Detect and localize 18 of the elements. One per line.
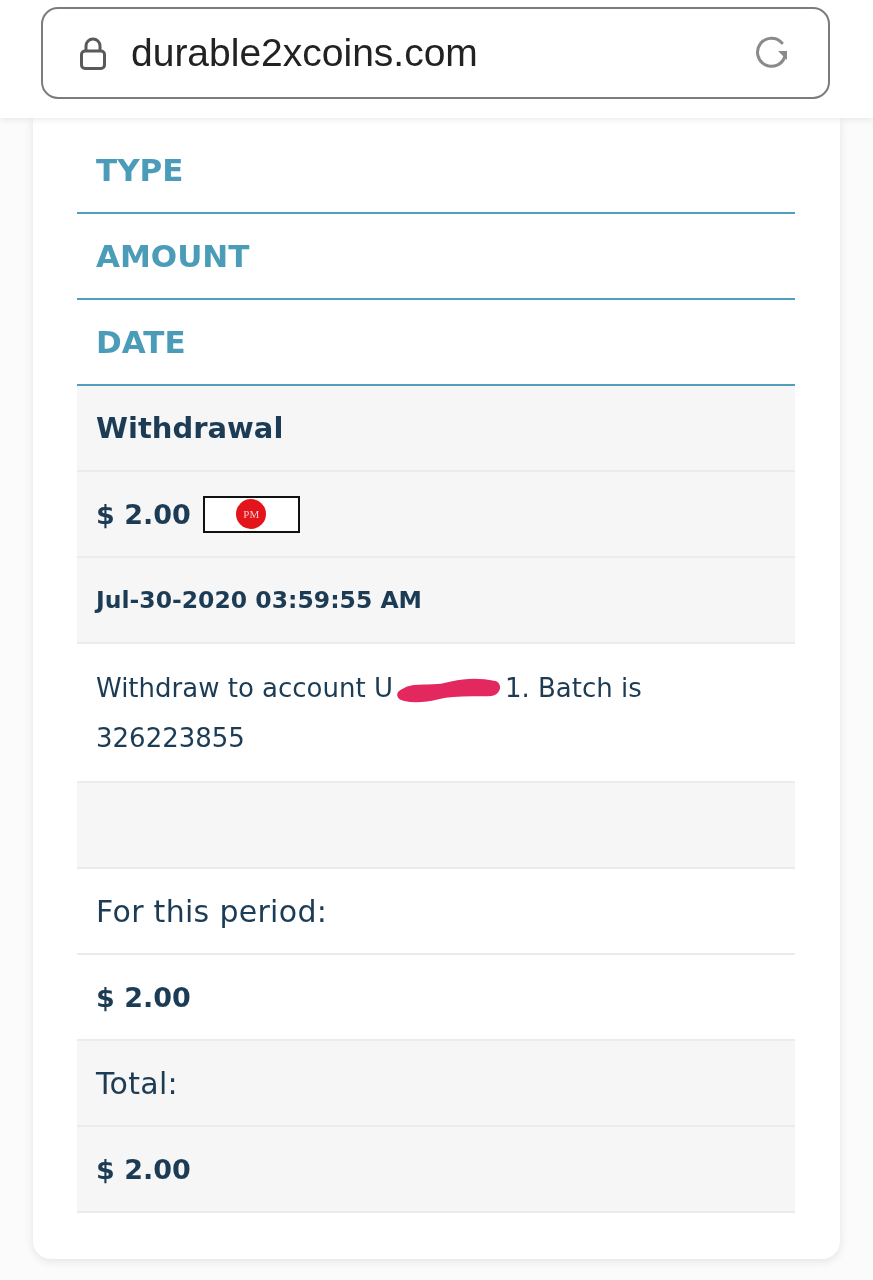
transaction-amount: $ 2.00	[96, 498, 191, 530]
column-header: TYPE	[96, 152, 184, 188]
transaction-type: Withdrawal	[96, 411, 284, 445]
summary-amount: $ 2.00	[96, 981, 191, 1013]
column-header: DATE	[96, 324, 186, 360]
transaction-date: Jul-30-2020 03:59:55 AM	[96, 586, 422, 614]
address-bar[interactable]: durable2xcoins.com	[41, 7, 830, 99]
summary-label: For this period:	[96, 893, 328, 929]
url-text: durable2xcoins.com	[131, 31, 479, 75]
summary-amount: $ 2.00	[96, 1153, 191, 1185]
summary-label: Total:	[96, 1065, 178, 1101]
description-text: 1. Batch is	[504, 671, 642, 705]
description-text: Withdraw to account U	[96, 671, 393, 705]
reload-icon[interactable]	[754, 35, 790, 71]
lock-icon	[80, 36, 106, 70]
batch-number: 326223855	[96, 721, 245, 755]
payment-logo: PM	[236, 499, 267, 529]
column-header: AMOUNT	[96, 238, 250, 274]
